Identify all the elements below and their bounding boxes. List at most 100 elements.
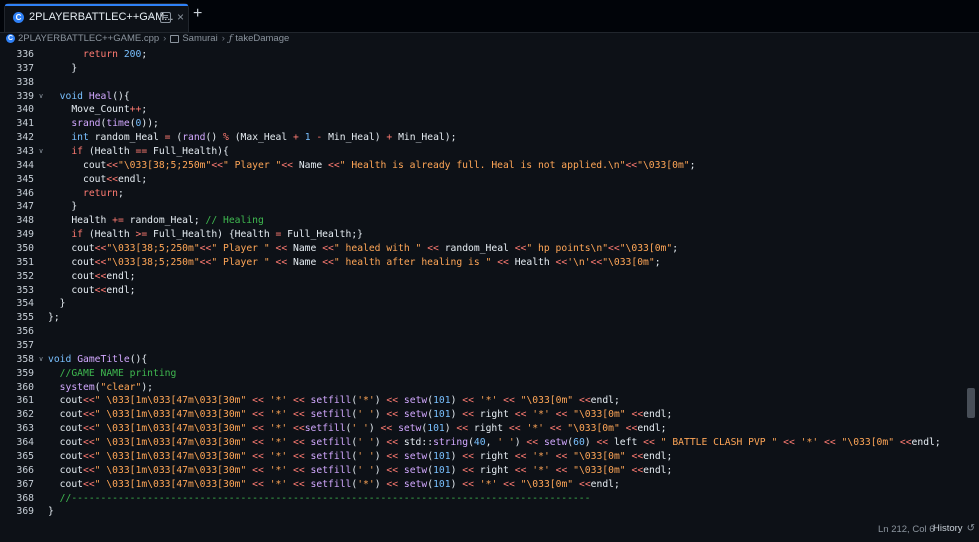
code-token: cout [48, 423, 83, 435]
code-token: << [386, 437, 399, 449]
code-token: 101 [433, 464, 451, 476]
code-line[interactable] [48, 76, 965, 90]
breadcrumb-file[interactable]: 2PLAYERBATTLEC++GAME.cpp [18, 33, 159, 44]
code-token: << [625, 423, 638, 435]
code-line[interactable] [48, 325, 965, 339]
code-token: << [578, 395, 591, 407]
code-line[interactable]: void Heal(){ [48, 90, 965, 104]
code-token: << [631, 464, 644, 476]
fold-chevron-icon[interactable]: ∨ [37, 90, 45, 104]
fold-chevron-icon[interactable]: ∨ [37, 353, 45, 367]
code-token: '*' [479, 478, 498, 490]
code-line[interactable]: } [48, 200, 965, 214]
line-number: 360 [16, 381, 35, 393]
code-line[interactable]: cout<<" \033[1m\033[47m\033[30m" << '*' … [48, 478, 965, 492]
scrollbar-thumb[interactable] [967, 388, 975, 418]
code-token: system [59, 381, 95, 393]
code-token: "\033[0m" [619, 243, 673, 255]
code-token: 101 [433, 409, 451, 421]
line-number: 353 [16, 284, 35, 296]
code-line[interactable]: }; [48, 311, 965, 325]
code-editor[interactable]: 336 337 338 339 340 341 342 343 344 345 346 347 348 3… [0, 48, 979, 518]
code-token: << [386, 395, 399, 407]
code-token: " Health is already full. Heal is not ap… [339, 159, 626, 171]
code-token: ' ' [357, 437, 375, 449]
code-line[interactable]: return 200; [48, 48, 965, 62]
preview-icon[interactable] [160, 12, 171, 23]
code-line[interactable]: cout<<" \033[1m\033[47m\033[30m" << '*' … [48, 394, 965, 408]
code-token: << [824, 437, 836, 449]
code-line[interactable]: cout<<"\033[38;5;250m"<<" Player " << Na… [48, 242, 965, 256]
code-line[interactable]: cout<<"\033[38;5;250m"<<" Player " << Na… [48, 256, 965, 270]
code-line[interactable]: if (Health >= Full_Health) {Health = Ful… [48, 228, 965, 242]
file-tab[interactable]: C 2PLAYERBATTLEC++GAM... ⌄ × [4, 3, 189, 32]
code-line[interactable]: } [48, 62, 965, 76]
line-number: 344 [16, 159, 35, 171]
history-button[interactable]: History ↺ [933, 523, 975, 534]
code-token: random_Heal; [123, 215, 206, 227]
code-token: (Health [83, 146, 136, 158]
code-token: << [462, 464, 474, 476]
code-line[interactable]: return; [48, 187, 965, 201]
code-token: void [59, 90, 84, 102]
fold-chevron-icon[interactable]: ∨ [37, 145, 45, 159]
code-token: " Player " [211, 256, 270, 268]
plus-icon[interactable]: + [193, 6, 202, 22]
code-token: '*' [269, 450, 288, 462]
code-line[interactable]: } [48, 505, 965, 518]
line-number: 363 [16, 423, 35, 435]
code-line[interactable]: system("clear"); [48, 381, 965, 395]
code-line[interactable]: srand(time(0)); [48, 117, 965, 131]
code-token: " hp points\n" [526, 243, 609, 255]
code-area[interactable]: return 200; } void Heal(){ Move_Count++;… [48, 48, 965, 518]
code-token: setw [398, 423, 422, 435]
code-line[interactable]: Health += random_Heal; // Healing [48, 214, 965, 228]
code-line[interactable]: cout<<" \033[1m\033[47m\033[30m" << '*' … [48, 436, 965, 450]
code-token: << [83, 395, 95, 407]
code-token: cout [48, 464, 83, 476]
code-line[interactable]: Move_Count++; [48, 103, 965, 117]
code-token: //GAME NAME printing [59, 367, 177, 379]
status-bar: Ln 212, Col 6 History ↺ [0, 518, 979, 542]
code-line[interactable]: } [48, 297, 965, 311]
code-line[interactable] [48, 339, 965, 353]
code-token: << [83, 478, 95, 490]
code-token: << [555, 256, 568, 268]
code-line[interactable]: //--------------------------------------… [48, 492, 965, 506]
code-token: << [94, 284, 107, 296]
code-token: (Health [83, 229, 136, 241]
chevron-down-icon[interactable]: ⌄ [146, 10, 154, 21]
code-line[interactable]: cout<<" \033[1m\033[47m\033[30m" << '*' … [48, 450, 965, 464]
code-token: std:: [398, 437, 434, 449]
code-line[interactable]: void GameTitle(){ [48, 353, 965, 367]
code-token: ; [118, 187, 124, 199]
breadcrumb-class[interactable]: Samurai [182, 33, 217, 44]
code-line[interactable]: int random_Heal = (rand() % (Max_Heal + … [48, 131, 965, 145]
code-token: time [106, 118, 130, 130]
line-number: 361 [16, 395, 35, 407]
code-token: << [386, 409, 399, 421]
code-line[interactable]: cout<<" \033[1m\033[47m\033[30m" << '*' … [48, 408, 965, 422]
code-line[interactable]: cout<<endl; [48, 284, 965, 298]
code-line[interactable]: cout<<"\033[38;5;250m"<<" Player "<< Nam… [48, 159, 965, 173]
code-line[interactable]: cout<<endl; [48, 270, 965, 284]
code-line[interactable]: cout<<" \033[1m\033[47m\033[30m" << '*' … [48, 464, 965, 478]
code-line[interactable]: //GAME NAME printing [48, 367, 965, 381]
code-token: Health [508, 256, 556, 268]
breadcrumb-function[interactable]: takeDamage [235, 33, 289, 44]
code-token: void [48, 353, 72, 365]
vertical-scrollbar[interactable] [965, 48, 979, 518]
code-line[interactable]: cout<<" \033[1m\033[47m\033[30m" << '*' … [48, 422, 965, 436]
close-icon[interactable]: × [177, 10, 184, 24]
code-token: right [473, 450, 515, 462]
code-token: Name [287, 243, 323, 255]
code-token: << [555, 409, 568, 421]
code-line[interactable]: cout<<endl; [48, 173, 965, 187]
code-token: << [199, 256, 212, 268]
code-line[interactable]: if (Health == Full_Health){ [48, 145, 965, 159]
code-token: return [83, 49, 118, 60]
